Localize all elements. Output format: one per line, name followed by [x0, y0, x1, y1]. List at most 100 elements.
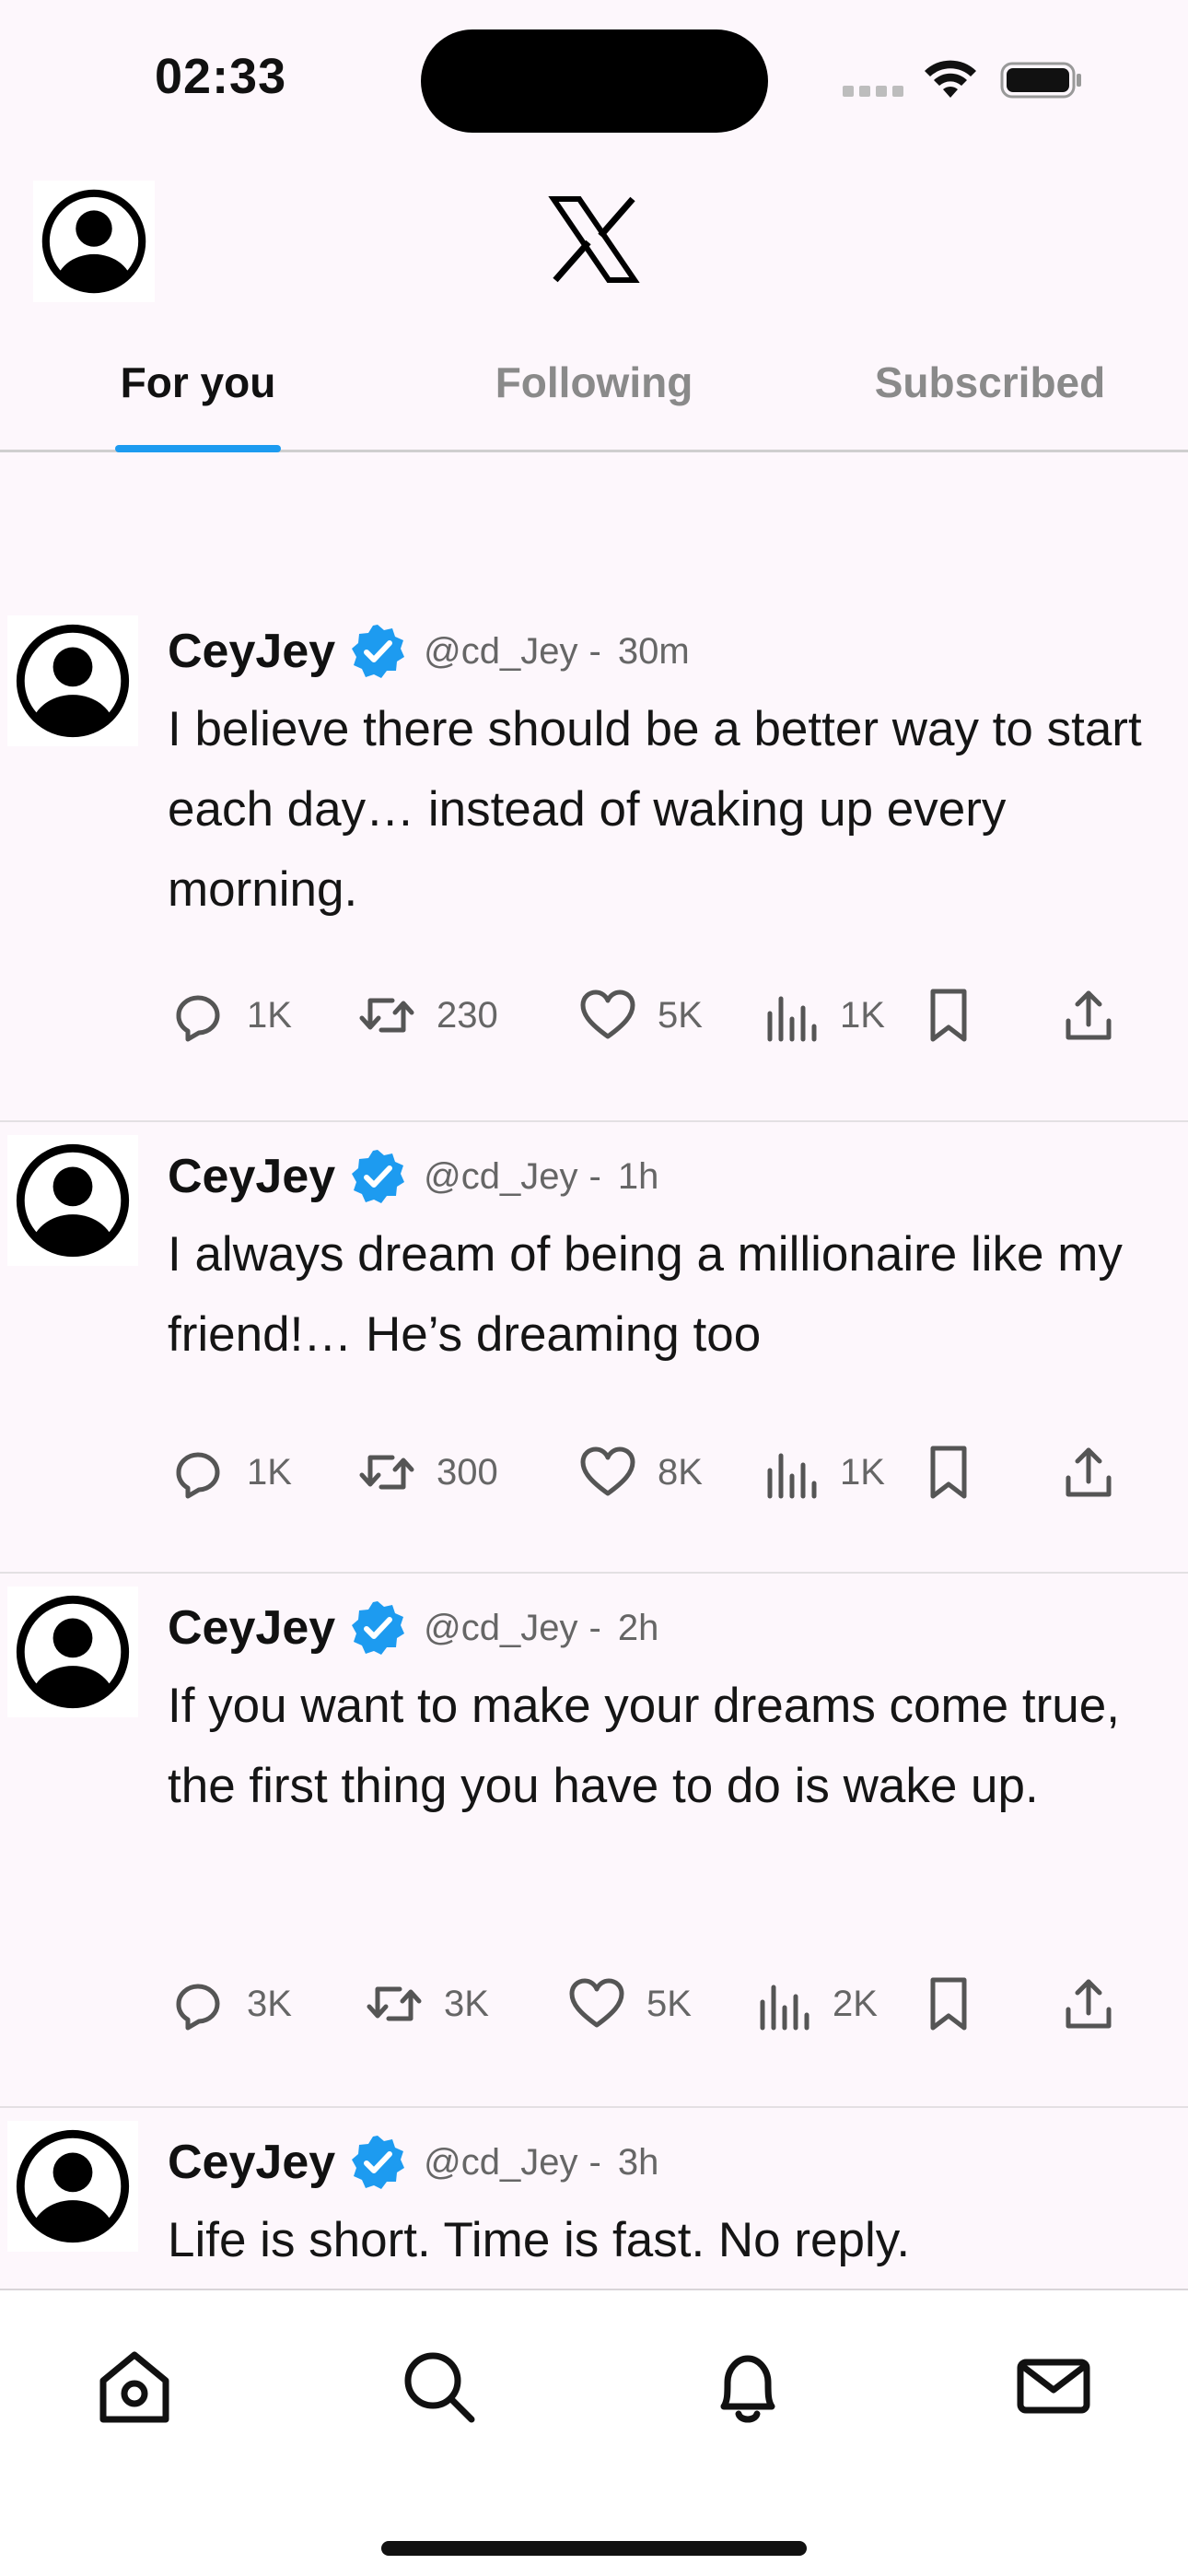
- retweet-count: 230: [437, 994, 498, 1036]
- views-chart-icon: [767, 996, 817, 1042]
- tweet-actions: 1K 300 8K 1K: [168, 1440, 1125, 1505]
- like-count: 8K: [658, 1451, 703, 1493]
- reply-icon: [176, 1452, 220, 1499]
- avatar-icon: [16, 624, 130, 738]
- bookmark-button[interactable]: [919, 1972, 978, 2036]
- bookmark-icon: [930, 989, 967, 1042]
- share-icon: [1066, 990, 1112, 1040]
- author-handle: @cd_Jey: [424, 630, 578, 672]
- header-separator: -: [588, 1607, 601, 1648]
- tweet[interactable]: CeyJey @cd_Jey - 30m I believe there sho…: [0, 610, 1188, 1122]
- wifi-icon: [925, 60, 976, 98]
- reply-button[interactable]: 1K: [168, 1440, 292, 1505]
- status-time: 02:33: [155, 49, 287, 104]
- like-button[interactable]: 8K: [578, 1440, 703, 1505]
- retweet-button[interactable]: 3K: [365, 1972, 489, 2036]
- heart-icon: [580, 989, 635, 1039]
- views-button[interactable]: 1K: [761, 983, 885, 1048]
- tweet-header: CeyJey @cd_Jey - 1h: [168, 1144, 658, 1209]
- profile-avatar-button[interactable]: [33, 181, 155, 302]
- search-icon: [404, 2352, 475, 2423]
- like-button[interactable]: 5K: [578, 983, 703, 1048]
- author-name[interactable]: CeyJey: [168, 1600, 335, 1656]
- tweet-timestamp: 2h: [617, 1607, 659, 1648]
- tweet-actions: 1K 230 5K 1K: [168, 983, 1125, 1048]
- tweet[interactable]: CeyJey @cd_Jey - 3h Life is short. Time …: [0, 2108, 1188, 2292]
- notifications-icon: [720, 2355, 775, 2423]
- heart-icon: [580, 1446, 635, 1496]
- avatar-icon: [16, 1143, 130, 1258]
- cellular-signal-icon: [843, 85, 909, 101]
- bookmark-button[interactable]: [919, 983, 978, 1048]
- like-button[interactable]: 5K: [567, 1972, 692, 2036]
- header-separator: -: [588, 630, 601, 672]
- verified-badge-icon: [352, 1150, 405, 1203]
- author-name[interactable]: CeyJey: [168, 624, 335, 679]
- reply-icon: [176, 1984, 220, 2031]
- views-button[interactable]: 1K: [761, 1440, 885, 1505]
- views-count: 2K: [833, 1983, 878, 2024]
- avatar-icon: [16, 2129, 130, 2243]
- like-count: 5K: [658, 994, 703, 1036]
- tweet-header: CeyJey @cd_Jey - 3h: [168, 2130, 658, 2195]
- tweet[interactable]: CeyJey @cd_Jey - 2h If you want to make …: [0, 1574, 1188, 2108]
- reply-button[interactable]: 1K: [168, 983, 292, 1048]
- bookmark-button[interactable]: [919, 1440, 978, 1505]
- nav-messages[interactable]: [1013, 2346, 1094, 2427]
- tweet-text: Life is short. Time is fast. No reply.: [168, 2213, 911, 2267]
- tweet-timestamp: 30m: [617, 630, 690, 672]
- feed-tabs: For you Following Subscribed: [0, 341, 1188, 452]
- tweet-text: I believe there should be a better way t…: [168, 702, 1142, 917]
- reply-icon: [176, 995, 220, 1042]
- profile-avatar-icon: [41, 189, 146, 294]
- like-count: 5K: [646, 1983, 692, 2024]
- retweet-button[interactable]: 230: [357, 983, 498, 1048]
- author-handle: @cd_Jey: [424, 1155, 578, 1197]
- author-name[interactable]: CeyJey: [168, 2135, 335, 2190]
- home-icon: [99, 2351, 169, 2423]
- tweet-timestamp: 1h: [617, 1155, 659, 1197]
- author-handle: @cd_Jey: [424, 2141, 578, 2183]
- author-avatar[interactable]: [7, 2121, 138, 2252]
- tweet-header: CeyJey @cd_Jey - 2h: [168, 1596, 658, 1660]
- author-avatar[interactable]: [7, 1135, 138, 1266]
- views-count: 1K: [840, 994, 885, 1036]
- tweet-actions: 3K 3K 5K 2K: [168, 1972, 1125, 2036]
- nav-home[interactable]: [94, 2346, 175, 2427]
- author-name[interactable]: CeyJey: [168, 1149, 335, 1204]
- reply-count: 1K: [247, 994, 292, 1036]
- share-button[interactable]: [1059, 983, 1118, 1048]
- screen: 02:33 For you Following Subscribed CeyJe…: [0, 0, 1188, 2576]
- share-button[interactable]: [1059, 1972, 1118, 2036]
- views-button[interactable]: 2K: [753, 1972, 878, 2036]
- tweet-feed: CeyJey @cd_Jey - 30m I believe there sho…: [0, 610, 1188, 2292]
- dynamic-island: [421, 29, 768, 133]
- heart-icon: [569, 1978, 624, 2028]
- verified-badge-icon: [352, 1601, 405, 1655]
- reply-count: 1K: [247, 1451, 292, 1493]
- x-logo[interactable]: [548, 193, 640, 286]
- tweet-text: I always dream of being a millionaire li…: [168, 1227, 1123, 1362]
- share-icon: [1066, 1979, 1112, 2029]
- tab-for-you[interactable]: For you: [0, 341, 396, 452]
- retweet-icon: [359, 998, 414, 1033]
- tweet-header: CeyJey @cd_Jey - 30m: [168, 619, 690, 684]
- tab-following[interactable]: Following: [396, 341, 792, 450]
- author-avatar[interactable]: [7, 615, 138, 746]
- nav-search[interactable]: [398, 2346, 479, 2427]
- verified-badge-icon: [352, 2136, 405, 2189]
- tab-subscribed[interactable]: Subscribed: [792, 341, 1188, 450]
- header-separator: -: [588, 1155, 601, 1197]
- tweet[interactable]: CeyJey @cd_Jey - 1h I always dream of be…: [0, 1122, 1188, 1574]
- nav-notifications[interactable]: [707, 2346, 788, 2427]
- reply-count: 3K: [247, 1983, 292, 2024]
- tab-subscribed-label: Subscribed: [874, 358, 1106, 406]
- reply-button[interactable]: 3K: [168, 1972, 292, 2036]
- share-button[interactable]: [1059, 1440, 1118, 1505]
- status-bar: 02:33: [0, 0, 1188, 157]
- home-indicator: [381, 2541, 807, 2556]
- author-avatar[interactable]: [7, 1587, 138, 1717]
- retweet-button[interactable]: 300: [357, 1440, 498, 1505]
- bottom-navigation: [0, 2289, 1188, 2576]
- app-header: [0, 166, 1188, 313]
